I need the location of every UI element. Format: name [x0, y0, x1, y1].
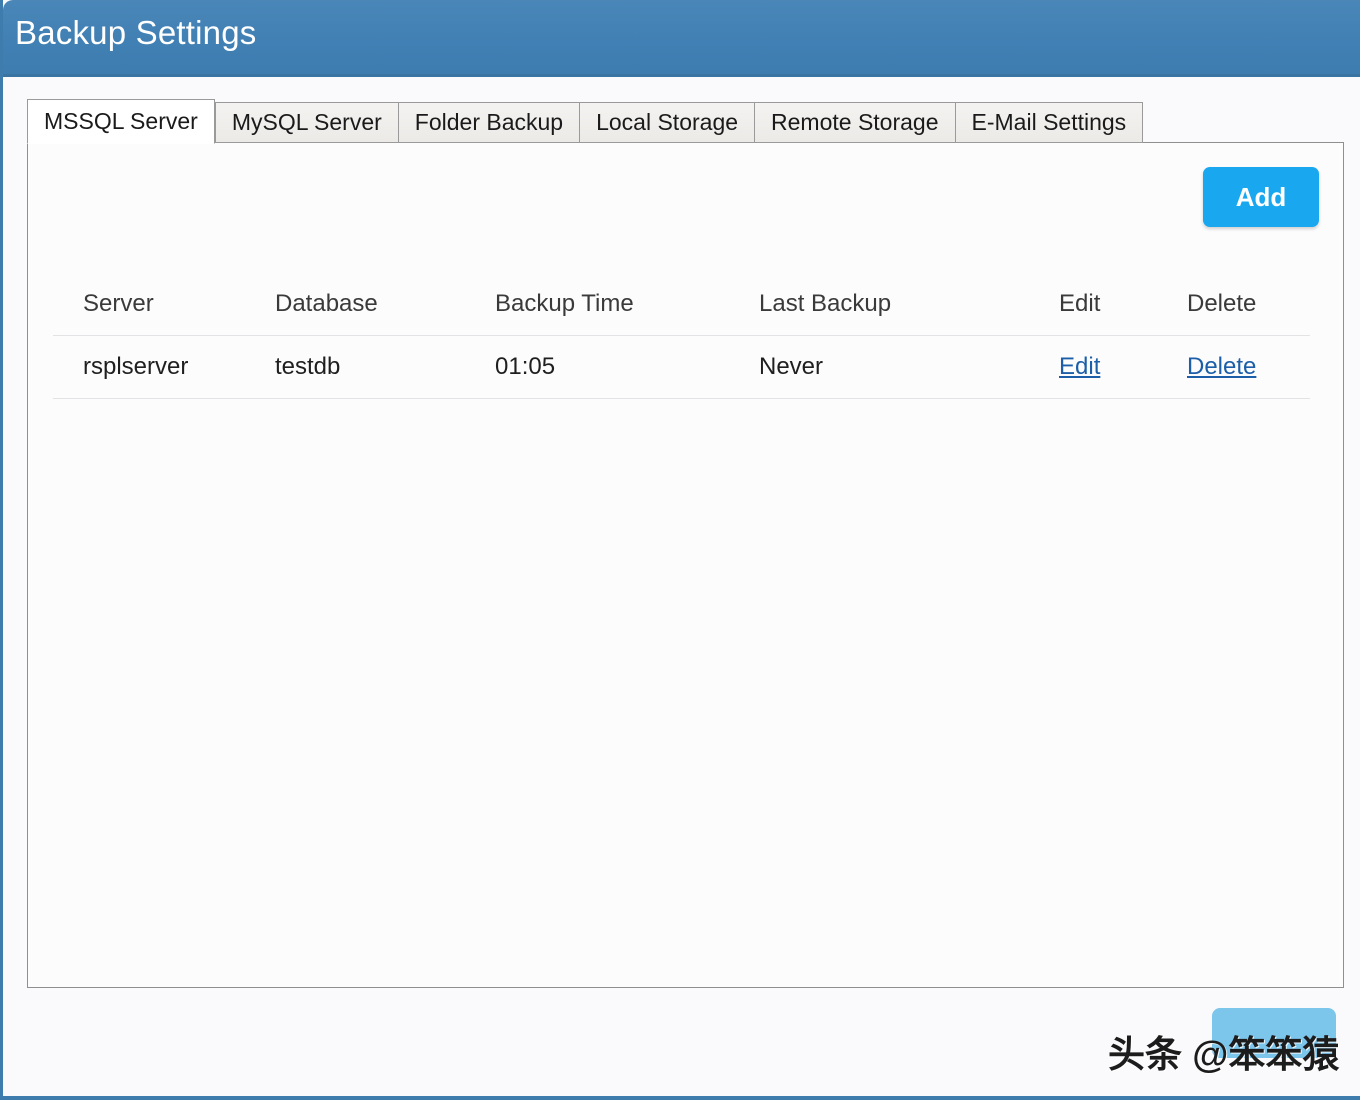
cell-backup-time: 01:05 [495, 353, 556, 380]
column-header-backup-time: Backup Time [495, 290, 634, 317]
cell-delete: Delete [1187, 353, 1310, 381]
column-header-delete: Delete [1187, 290, 1257, 317]
delete-link[interactable]: Delete [1187, 353, 1256, 380]
backup-jobs-table: Server Database Backup Time Last Backup … [53, 273, 1310, 399]
tab-strip: MSSQL Server MySQL Server Folder Backup … [27, 99, 1144, 144]
tab-label: E-Mail Settings [971, 109, 1127, 135]
tab-mssql-server[interactable]: MSSQL Server [27, 99, 215, 144]
column-header-server: Server [83, 290, 154, 317]
table-header-row: Server Database Backup Time Last Backup … [53, 273, 1310, 336]
title-bar-underline [3, 74, 1360, 77]
column-header-edit: Edit [1059, 290, 1101, 317]
tab-mysql-server[interactable]: MySQL Server [214, 102, 398, 143]
tab-local-storage[interactable]: Local Storage [579, 102, 755, 143]
tab-label: MySQL Server [231, 109, 382, 135]
cell-edit: Edit [1059, 353, 1187, 381]
add-button[interactable]: Add [1203, 167, 1319, 227]
tab-panel-mssql-server: Add Server Database Backup Time Last Bac… [27, 142, 1344, 988]
table-row: rsplserver testdb 01:05 Never Edit Delet… [53, 336, 1310, 399]
tab-remote-storage[interactable]: Remote Storage [754, 102, 955, 143]
cell-server: rsplserver [83, 353, 189, 380]
cell-last-backup: Never [759, 353, 824, 380]
tab-folder-backup[interactable]: Folder Backup [397, 102, 580, 143]
column-header-database: Database [275, 290, 378, 317]
tab-label: Remote Storage [771, 109, 939, 135]
title-bar: Backup Settings [3, 0, 1360, 76]
footer-primary-button[interactable] [1212, 1008, 1336, 1058]
edit-link[interactable]: Edit [1059, 353, 1100, 380]
tab-label: Folder Backup [414, 109, 564, 135]
column-header-last-backup: Last Backup [759, 290, 892, 317]
tab-label: Local Storage [596, 109, 739, 135]
tab-email-settings[interactable]: E-Mail Settings [954, 102, 1144, 143]
tab-label: MSSQL Server [44, 108, 198, 134]
backup-settings-window: Backup Settings MSSQL Server MySQL Serve… [0, 0, 1360, 1100]
cell-database: testdb [275, 353, 341, 380]
page-title: Backup Settings [15, 14, 257, 51]
